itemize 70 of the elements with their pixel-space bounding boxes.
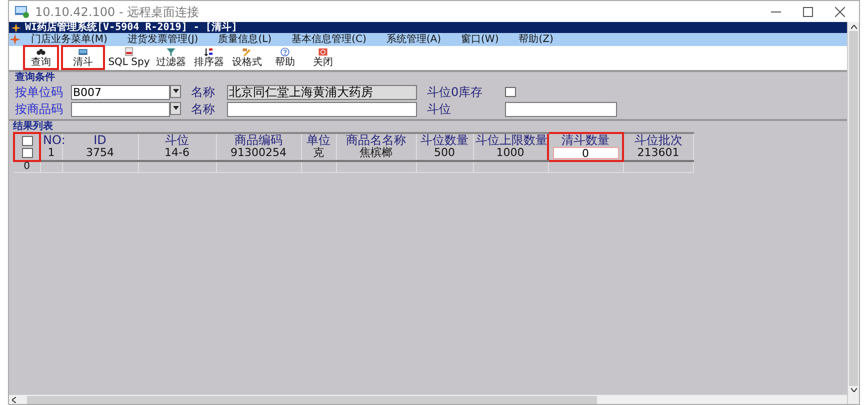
group-title: 查询条件 (15, 72, 56, 83)
input-field[interactable]: B007 (71, 84, 170, 100)
table-cell: 14-6 (138, 147, 216, 160)
toolbar-button[interactable]: 设格式 (229, 45, 265, 70)
column-header[interactable]: 商品名名称 (336, 133, 416, 147)
scroll-up-icon[interactable] (850, 25, 856, 29)
product-code-label[interactable]: 按商品码 (15, 100, 71, 118)
field-label: 名称 (191, 84, 216, 101)
toolbar-button[interactable]: 排序器 (191, 45, 227, 70)
column-header[interactable]: NO: (40, 133, 62, 147)
binoculars-icon (34, 47, 48, 57)
field-label: 名称 (191, 101, 216, 118)
field-label: 斗位 (427, 101, 452, 118)
field-label: 斗位0库存 (427, 84, 484, 101)
input-field[interactable] (505, 102, 617, 116)
toolbar-button[interactable]: 帮助 (267, 45, 303, 70)
unit-code-label[interactable]: 按单位码 (15, 83, 71, 101)
table-cell: 焦槟榔 (336, 147, 416, 160)
close-icon[interactable] (835, 6, 845, 16)
table-cell: 3754 (62, 147, 138, 160)
table-cell: 91300254 (216, 147, 301, 160)
table-cell: 克 (301, 147, 336, 160)
column-header[interactable]: 斗位 (138, 133, 216, 147)
monitor-icon (76, 47, 90, 57)
checkbox[interactable] (22, 148, 32, 158)
column-header[interactable]: 斗位上限数量 (473, 133, 548, 147)
menu-item[interactable]: 系统管理(A) (376, 34, 452, 46)
remote-desktop-icon (15, 6, 29, 18)
toolbar-button[interactable]: 过滤器 (153, 45, 189, 70)
column-header[interactable]: 商品编码 (216, 133, 301, 147)
quantity-input[interactable]: 0 (552, 147, 618, 159)
menu-item[interactable]: 进货发票管理(J) (117, 34, 208, 46)
footer-count: 0 (14, 160, 40, 172)
column-header[interactable]: ID (62, 133, 138, 147)
vertical-scrollbar[interactable] (847, 22, 859, 404)
menu-item[interactable]: 窗口(W) (451, 34, 509, 46)
sql-icon (122, 47, 136, 57)
column-header[interactable]: 单位 (301, 133, 336, 147)
app-title: WI药店管理系统[V-5904 R-2019] - [清斗] (25, 22, 238, 33)
input-field[interactable] (71, 102, 170, 116)
column-header[interactable]: 斗位批次 (623, 133, 693, 147)
maximize-icon[interactable] (803, 6, 813, 16)
dropdown-button[interactable] (170, 102, 181, 114)
table-cell: 500 (416, 147, 473, 160)
menu-item[interactable]: 帮助(Z) (508, 34, 564, 46)
scroll-left-icon[interactable] (12, 396, 16, 402)
caret-icon (172, 89, 179, 93)
input-field[interactable] (227, 102, 417, 116)
caret-icon (172, 106, 179, 110)
app-icon (11, 22, 21, 32)
table-cell: 213601 (623, 147, 693, 160)
app-icon (9, 34, 21, 45)
dropdown-button[interactable] (170, 84, 181, 98)
table-cell: 1000 (473, 147, 548, 160)
toolbar-button[interactable]: 查询 (23, 45, 59, 70)
checkbox[interactable] (505, 86, 516, 97)
toolbar-button[interactable]: SQL Spy (107, 45, 151, 70)
input-field[interactable]: 北京同仁堂上海黄浦大药房 (227, 84, 417, 100)
toolbar-button[interactable]: 关闭 (305, 45, 341, 70)
table-cell: 1 (40, 147, 62, 160)
horizontal-scrollbar[interactable] (9, 394, 847, 404)
checkbox[interactable] (22, 136, 32, 146)
menu-item[interactable]: 基本信息管理(C) (282, 34, 376, 46)
menu-item[interactable]: 门店业务菜单(M) (21, 34, 118, 46)
scroll-down-icon[interactable] (850, 388, 856, 392)
column-header[interactable]: 斗位数量 (416, 133, 473, 147)
toolbar-button[interactable]: 清斗 (61, 45, 105, 70)
menu-item[interactable]: 质量信息(L) (208, 34, 282, 46)
group-title: 结果列表 (13, 121, 54, 132)
window-title: 10.10.42.100 - 远程桌面连接 (35, 4, 200, 20)
